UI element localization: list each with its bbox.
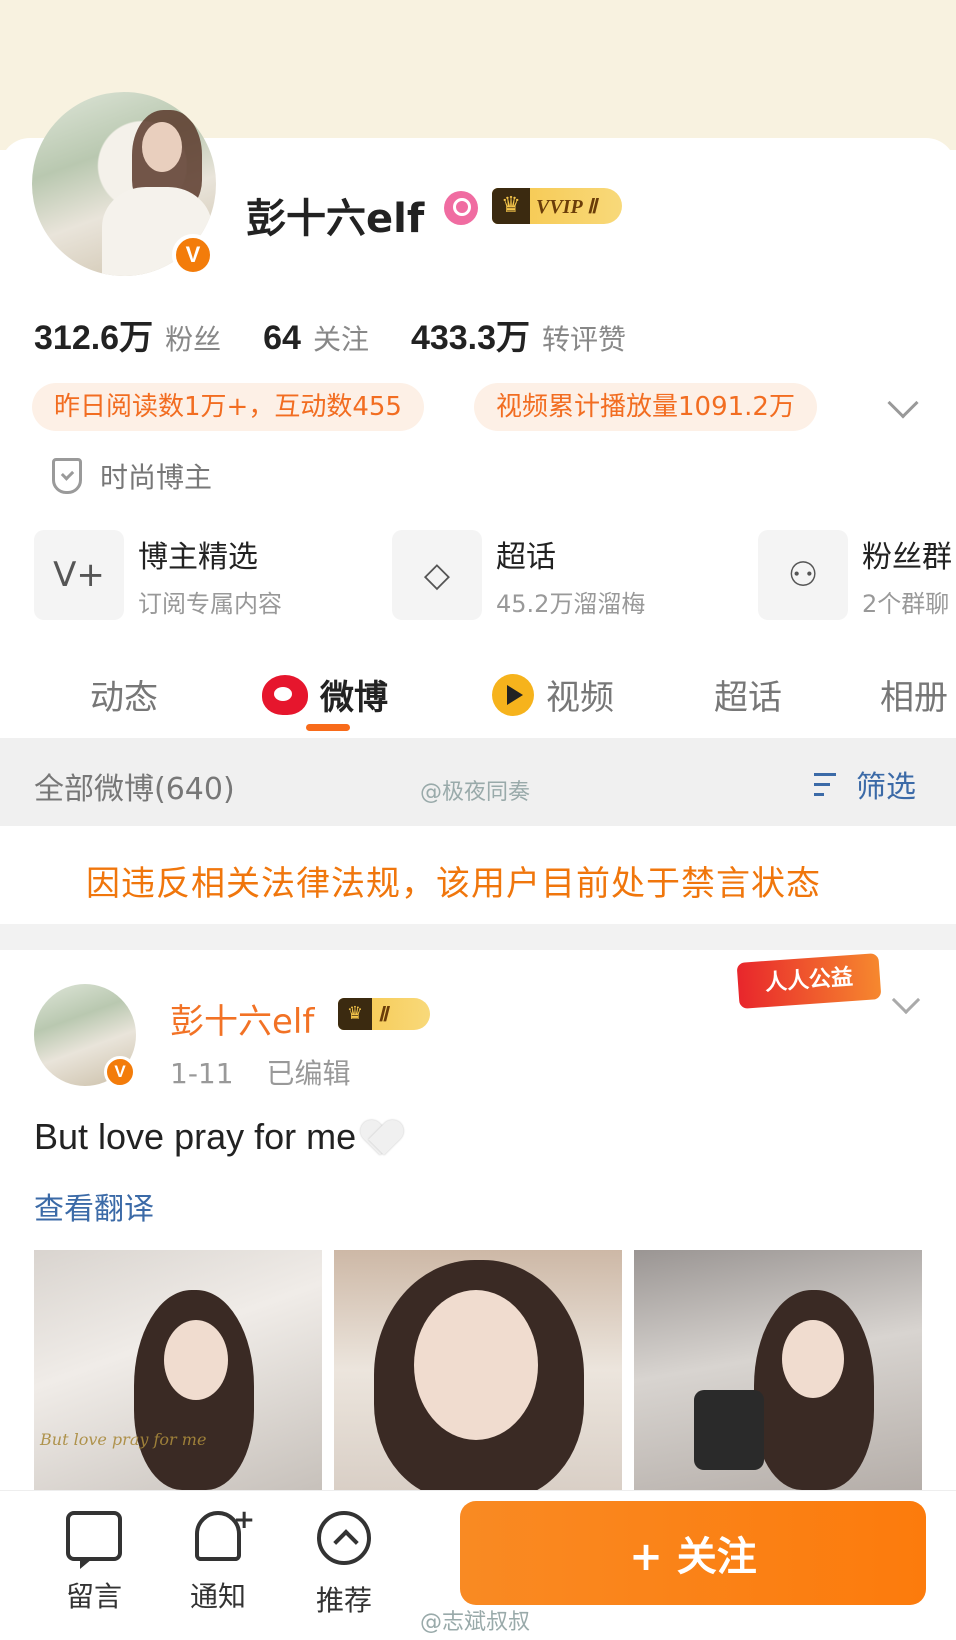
vip-label: Ⅱ	[378, 1003, 388, 1026]
camera-prop	[694, 1390, 764, 1470]
stat-label: 转评赞	[542, 323, 627, 356]
feature-fan-group[interactable]: ⚇ 粉丝群 2个群聊	[758, 530, 952, 620]
feature-subtitle: 2个群聊	[862, 589, 950, 618]
crown-icon: ♛	[338, 998, 372, 1030]
weibo-logo-icon	[262, 674, 308, 715]
feature-blogger-selection[interactable]: V+ 博主精选 订阅专属内容	[34, 530, 282, 620]
stat-value: 312.6万	[34, 319, 154, 357]
female-gender-icon	[444, 191, 478, 225]
filter-label: 筛选	[856, 770, 916, 805]
post-vip-badge[interactable]: ♛ Ⅱ	[338, 998, 430, 1030]
feature-title: 粉丝群	[862, 539, 952, 575]
watermark-text: @极夜同奏	[420, 780, 531, 805]
verified-badge-icon: V	[104, 1056, 136, 1088]
post-photo[interactable]	[334, 1250, 622, 1490]
tab-label: 视频	[546, 678, 614, 718]
profile-stats: 312.6万 粉丝 64 关注 433.3万 转评赞	[34, 310, 668, 359]
feature-title: 博主精选	[138, 539, 258, 575]
translate-link[interactable]: 查看翻译	[34, 1184, 154, 1228]
ban-notice: 因违反相关法律法规，该用户目前处于禁言状态	[0, 826, 956, 924]
stat-value: 64	[263, 319, 301, 357]
recommend-button[interactable]: 推荐	[304, 1511, 384, 1619]
profile-name: 彭十六elf	[246, 196, 425, 242]
tab-weibo[interactable]: 微博	[262, 670, 388, 719]
follow-button[interactable]: + 关注	[460, 1501, 926, 1605]
group-icon: ⚇	[758, 530, 848, 620]
stat-label: 关注	[312, 323, 369, 356]
post-date: 1-11	[170, 1057, 234, 1090]
stat-value: 433.3万	[410, 319, 531, 357]
profile-tabs: 动态 微博 视频 超话 相册	[0, 656, 956, 736]
section-divider	[0, 924, 956, 950]
all-posts-count[interactable]: 全部微博(640)	[34, 764, 235, 808]
charity-badge[interactable]: 人人公益	[736, 953, 882, 1009]
tab-video[interactable]: 视频	[492, 670, 614, 719]
video-play-icon	[492, 673, 534, 716]
post-photo[interactable]: But love pray for me	[34, 1250, 322, 1490]
diamond-icon: ◇	[392, 530, 482, 620]
vip-label: VVIP Ⅱ	[536, 195, 597, 218]
photo-subject-face	[782, 1320, 844, 1398]
video-plays-pill[interactable]: 视频累计播放量1091.2万	[474, 383, 817, 431]
stat-label: 粉丝	[165, 323, 222, 356]
tab-label: 相册	[880, 678, 948, 718]
post-text-content: But love pray for me	[34, 1116, 357, 1157]
stat-reposts-comments-likes[interactable]: 433.3万 转评赞	[411, 310, 626, 359]
post-menu-chevron-icon[interactable]	[891, 985, 921, 1015]
post-text: But love pray for me	[34, 1116, 402, 1158]
tag-label: 时尚博主	[100, 461, 213, 494]
bell-icon	[195, 1505, 255, 1561]
crown-icon: ♛	[492, 188, 530, 224]
white-heart-icon	[362, 1117, 402, 1157]
post-meta: 1-11 已编辑	[170, 1052, 350, 1092]
watermark-text: @志斌叔叔	[420, 1610, 531, 1635]
recommend-label: 推荐	[315, 1584, 372, 1617]
message-label: 留言	[65, 1580, 122, 1613]
recommend-icon	[317, 1511, 371, 1565]
active-tab-indicator	[306, 724, 350, 731]
feature-super-topic[interactable]: ◇ 超话 45.2万溜溜梅	[392, 530, 645, 620]
tab-label: 微博	[320, 678, 388, 718]
message-button[interactable]: 留言	[54, 1511, 134, 1615]
notify-button[interactable]: 通知	[178, 1505, 258, 1615]
feature-title: 超话	[496, 539, 556, 575]
filter-button[interactable]: 筛选	[814, 762, 916, 806]
tab-activity[interactable]: 动态	[90, 670, 158, 719]
reading-stats-pill[interactable]: 昨日阅读数1万+，互动数455	[32, 383, 424, 431]
tab-super-topic[interactable]: 超话	[714, 670, 782, 719]
photo-subject-face	[414, 1290, 538, 1440]
message-icon	[66, 1511, 122, 1569]
post-author-name[interactable]: 彭十六elf	[170, 994, 314, 1043]
feature-subtitle: 45.2万溜溜梅	[496, 589, 646, 618]
photo-caption: But love pray for me	[40, 1430, 207, 1449]
weibo-post: V 彭十六elf ♛ Ⅱ 1-11 已编辑 人人公益 But love pray…	[0, 950, 956, 1490]
post-edited: 已编辑	[266, 1057, 351, 1090]
tab-label: 超话	[714, 678, 782, 718]
notify-label: 通知	[189, 1580, 246, 1613]
filter-icon	[814, 769, 848, 799]
verified-badge-icon: V	[172, 234, 214, 276]
post-photo[interactable]	[634, 1250, 922, 1490]
v-plus-icon: V+	[34, 530, 124, 620]
feature-subtitle: 订阅专属内容	[138, 589, 282, 618]
stat-following[interactable]: 64 关注	[263, 318, 369, 358]
profile-tag[interactable]: 时尚博主	[52, 456, 212, 496]
stat-followers[interactable]: 312.6万 粉丝	[34, 310, 221, 359]
ban-notice-text: 因违反相关法律法规，该用户目前处于禁言状态	[86, 864, 821, 904]
shield-icon	[52, 458, 82, 494]
photo-subject-face	[164, 1320, 228, 1400]
avatar-face	[142, 122, 182, 172]
tab-label: 动态	[90, 678, 158, 718]
tab-album[interactable]: 相册	[880, 670, 948, 719]
vip-badge[interactable]: ♛ VVIP Ⅱ	[492, 188, 622, 224]
